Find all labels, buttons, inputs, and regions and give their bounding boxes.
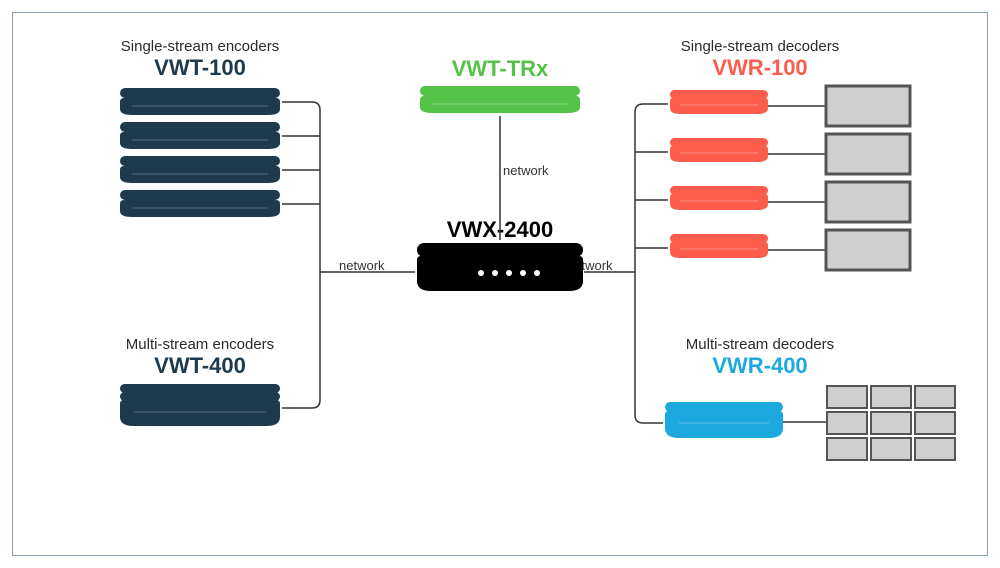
connection-wires [0, 0, 1000, 568]
